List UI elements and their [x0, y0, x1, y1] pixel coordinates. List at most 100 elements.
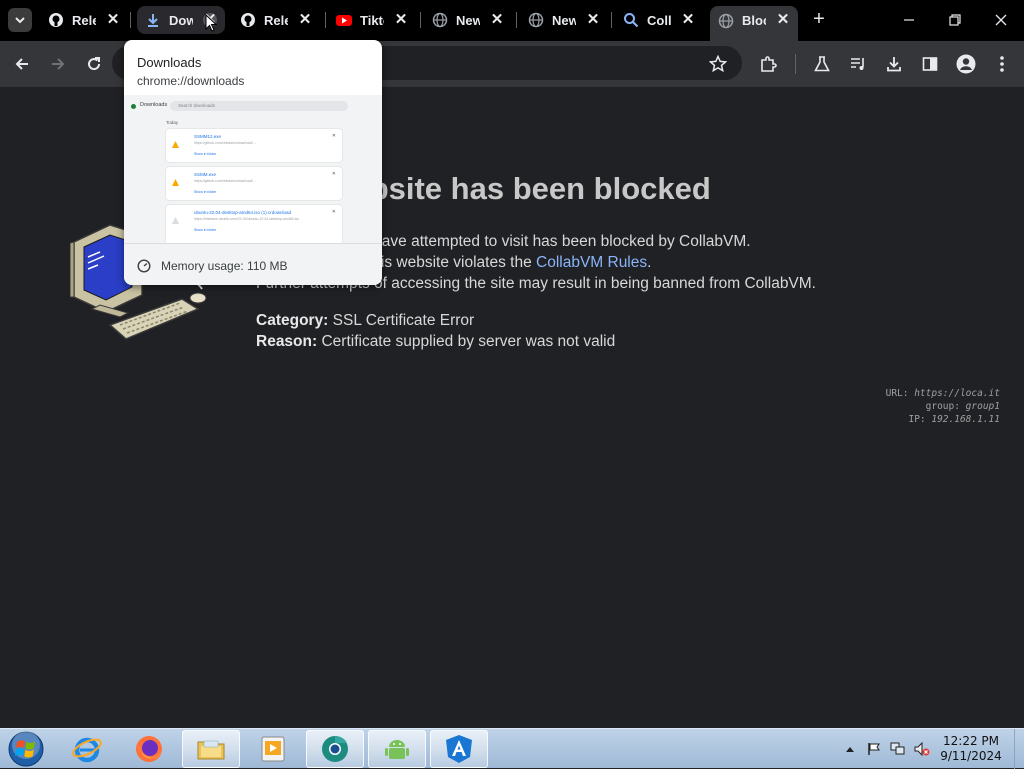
star-icon [709, 55, 727, 73]
angular-icon [446, 735, 472, 763]
taskbar-chrome[interactable] [306, 730, 364, 768]
close-icon[interactable]: ✕ [681, 12, 695, 27]
preview-header: Downloads Search downloads [124, 99, 382, 115]
windows-taskbar: 12:22 PM 9/11/2024 [0, 728, 1024, 769]
chevron-up-icon [846, 747, 854, 752]
tab-new-tab-2[interactable]: New Tab ✕ [520, 6, 608, 34]
close-icon: ✕ [331, 133, 336, 139]
menu-button[interactable] [990, 52, 1014, 76]
hover-card-url: chrome://downloads [137, 74, 245, 88]
memory-usage: Memory usage: 110 MB [161, 259, 288, 273]
tab-new-tab-1[interactable]: New Tab ✕ [424, 6, 512, 34]
tab-blocked[interactable]: Blocked ✕ [710, 6, 798, 41]
url-meta: URL: https://loca.it [886, 387, 1000, 400]
tab-title: CollabVM [647, 12, 671, 28]
preview-file-source: https://github.com/releases/download/... [194, 141, 256, 145]
music-queue-icon [851, 58, 864, 70]
windows-logo-icon [8, 731, 44, 767]
volume-button[interactable] [912, 729, 932, 769]
forward-button[interactable] [46, 52, 70, 76]
tab-tiktok[interactable]: Tiktok ✕ [328, 6, 416, 34]
category-label: Category: [256, 312, 329, 329]
tab-release-2[interactable]: Release ✕ [232, 6, 320, 34]
close-icon[interactable]: ✕ [298, 12, 312, 27]
preview-file-source: https://github.com/releases/download/... [194, 179, 256, 183]
internet-explorer-icon [72, 737, 102, 763]
download-icon [887, 57, 901, 72]
start-button[interactable] [4, 730, 48, 768]
tab-divider [325, 12, 326, 28]
youtube-icon [336, 12, 352, 28]
back-button[interactable] [10, 52, 34, 76]
preview-download-item: ubuntu-22.04-desktop-amd64.iso (1).crdow… [166, 205, 342, 243]
taskbar-firefox[interactable] [120, 730, 178, 768]
volume-muted-icon [914, 742, 930, 756]
profile-button[interactable] [954, 52, 978, 76]
toolbar-divider [795, 54, 796, 74]
tab-hover-card: Downloads chrome://downloads Downloads S… [124, 40, 382, 285]
taskbar-internet-explorer[interactable] [58, 730, 116, 768]
ip-meta: IP: 192.168.1.11 [886, 413, 1000, 426]
preview-file-name: SSMM.exe [194, 172, 217, 177]
system-clock[interactable]: 12:22 PM 9/11/2024 [938, 734, 1004, 764]
taskbar-angular[interactable] [430, 730, 488, 768]
tab-title: Downloads [169, 12, 193, 28]
new-tab-button[interactable]: + [810, 9, 828, 29]
preview-section: Today [166, 120, 179, 125]
downloads-button[interactable] [882, 52, 906, 76]
github-icon [48, 12, 64, 28]
show-hidden-icons-button[interactable] [843, 729, 857, 769]
chevron-down-icon [15, 17, 25, 24]
extensions-button[interactable] [756, 52, 780, 76]
preview-label: Downloads [140, 102, 168, 108]
minimize-icon [904, 19, 914, 21]
close-icon[interactable]: ✕ [586, 12, 600, 27]
labs-button[interactable] [810, 52, 834, 76]
group-meta-label: group: [925, 401, 966, 412]
search-icon [623, 12, 639, 28]
side-panel-button[interactable] [918, 52, 942, 76]
taskbar-android-studio[interactable] [368, 730, 426, 768]
preview-download-item: SSMM.exe https://github.com/releases/dow… [166, 167, 342, 200]
category-line: Category: SSL Certificate Error [256, 312, 474, 330]
close-icon[interactable]: ✕ [776, 12, 790, 27]
tab-divider [130, 12, 131, 28]
globe-icon [528, 12, 544, 28]
show-desktop-button[interactable] [1014, 729, 1024, 769]
media-player-icon [261, 736, 285, 762]
tab-collabvm[interactable]: CollabVM ✕ [615, 6, 703, 34]
close-icon[interactable]: ✕ [490, 12, 504, 27]
tab-title: Tiktok [360, 12, 384, 28]
tab-preview-thumbnail: Downloads Search downloads Today SSMM12.… [124, 95, 382, 243]
close-window-button[interactable] [988, 8, 1014, 32]
arrow-right-icon [52, 58, 65, 70]
url-meta-value: https://loca.it [914, 388, 1000, 399]
minimize-button[interactable] [896, 8, 922, 32]
tab-title: Release [264, 12, 288, 28]
flask-icon [814, 56, 830, 72]
tab-title: New Tab [552, 12, 576, 28]
preview-file-action: Show in folder [194, 152, 217, 156]
preview-file-source: https://releases.ubuntu.com/22.04/ubuntu… [194, 217, 300, 221]
tab-title: Release [72, 12, 96, 28]
collabvm-rules-link[interactable]: CollabVM Rules [536, 254, 647, 271]
reason-value: Certificate supplied by server was not v… [317, 333, 616, 350]
action-center-button[interactable] [864, 729, 884, 769]
tab-title: New Tab [456, 12, 480, 28]
reload-button[interactable] [82, 52, 106, 76]
tab-release-1[interactable]: Release ✕ [40, 6, 128, 34]
taskbar-media-player[interactable] [244, 730, 302, 768]
bookmark-button[interactable] [706, 52, 730, 76]
tab-strip: Release ✕ Downloads ✕ Release ✕ Tiktok ✕… [0, 0, 1024, 41]
close-icon[interactable]: ✕ [394, 12, 408, 27]
taskbar-file-explorer[interactable] [182, 730, 240, 768]
tab-search-button[interactable] [8, 8, 32, 32]
network-button[interactable] [888, 729, 908, 769]
restore-button[interactable] [942, 8, 968, 32]
reload-icon [88, 57, 101, 71]
media-controls-button[interactable] [846, 52, 870, 76]
warning-icon [172, 179, 179, 186]
download-icon [145, 12, 161, 28]
firefox-icon [136, 736, 162, 762]
close-icon[interactable]: ✕ [106, 12, 120, 27]
